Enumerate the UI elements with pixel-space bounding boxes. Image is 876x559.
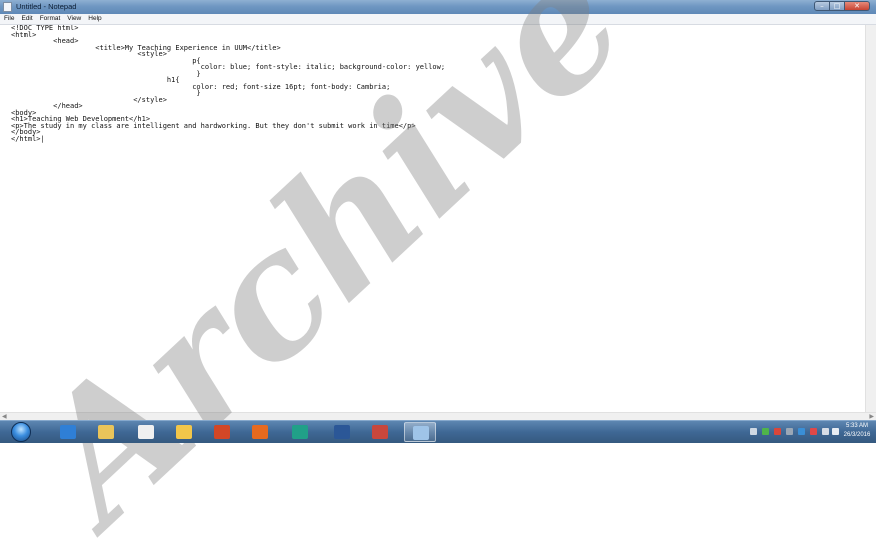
notepad-icon xyxy=(3,2,12,12)
notepad-icon xyxy=(413,426,429,440)
bluetooth-icon[interactable] xyxy=(798,428,805,435)
taskbar-app-button[interactable] xyxy=(130,422,162,442)
windows-logo-icon xyxy=(11,422,31,442)
language-icon[interactable] xyxy=(774,428,781,435)
power-icon[interactable] xyxy=(822,428,829,435)
taskbar-app-button[interactable] xyxy=(364,422,396,442)
taskbar-app-button[interactable] xyxy=(168,422,200,442)
keyboard-icon[interactable] xyxy=(786,428,793,435)
action-center-icon[interactable] xyxy=(810,428,817,435)
paint-icon xyxy=(176,425,192,439)
text-editor[interactable]: <!DOC TYPE html> <html> <head> <title>My… xyxy=(0,25,866,412)
close-button[interactable]: ✕ xyxy=(845,1,870,11)
editor-content[interactable]: <!DOC TYPE html> <html> <head> <title>My… xyxy=(0,25,866,142)
taskbar-app-button[interactable] xyxy=(206,422,238,442)
clock-time[interactable]: 5:33 AM xyxy=(842,423,872,429)
taskbar-app-button[interactable] xyxy=(244,422,276,442)
powerpoint-icon xyxy=(214,425,230,439)
menu-file[interactable]: File xyxy=(0,14,17,24)
menu-view[interactable]: View xyxy=(63,14,84,24)
network-status-icon[interactable] xyxy=(762,428,769,435)
window-title: Untitled - Notepad xyxy=(16,2,77,11)
file-explorer-icon xyxy=(98,425,114,439)
title-bar: Untitled - Notepad – □ ✕ xyxy=(0,0,876,14)
vertical-scrollbar[interactable] xyxy=(865,25,876,412)
minimize-button[interactable]: – xyxy=(814,1,830,11)
window-controls: – □ ✕ xyxy=(814,1,870,11)
volume-icon[interactable] xyxy=(832,428,839,435)
internet-explorer-icon xyxy=(60,425,76,439)
system-tray: 5:33 AM 26/3/2016 xyxy=(706,421,876,443)
folder-window-icon xyxy=(372,425,388,439)
firefox-icon xyxy=(252,425,268,439)
word-icon xyxy=(334,425,350,439)
taskbar-app-button[interactable] xyxy=(404,422,436,442)
teams-icon xyxy=(292,425,308,439)
menu-bar: File Edit Format View Help xyxy=(0,14,876,25)
taskbar-app-button[interactable] xyxy=(284,422,316,442)
taskbar-app-button[interactable] xyxy=(52,422,84,442)
menu-edit[interactable]: Edit xyxy=(17,14,35,24)
maximize-button[interactable]: □ xyxy=(830,1,845,11)
menu-format[interactable]: Format xyxy=(36,14,64,24)
taskbar: 5:33 AM 26/3/2016 xyxy=(0,420,876,443)
show-hidden-icons-icon[interactable] xyxy=(750,428,757,435)
taskbar-app-button[interactable] xyxy=(90,422,122,442)
clock-date[interactable]: 26/3/2016 xyxy=(842,432,872,438)
start-button[interactable] xyxy=(8,421,34,443)
media-player-icon xyxy=(138,425,154,439)
taskbar-app-button[interactable] xyxy=(326,422,358,442)
menu-help[interactable]: Help xyxy=(84,14,104,24)
